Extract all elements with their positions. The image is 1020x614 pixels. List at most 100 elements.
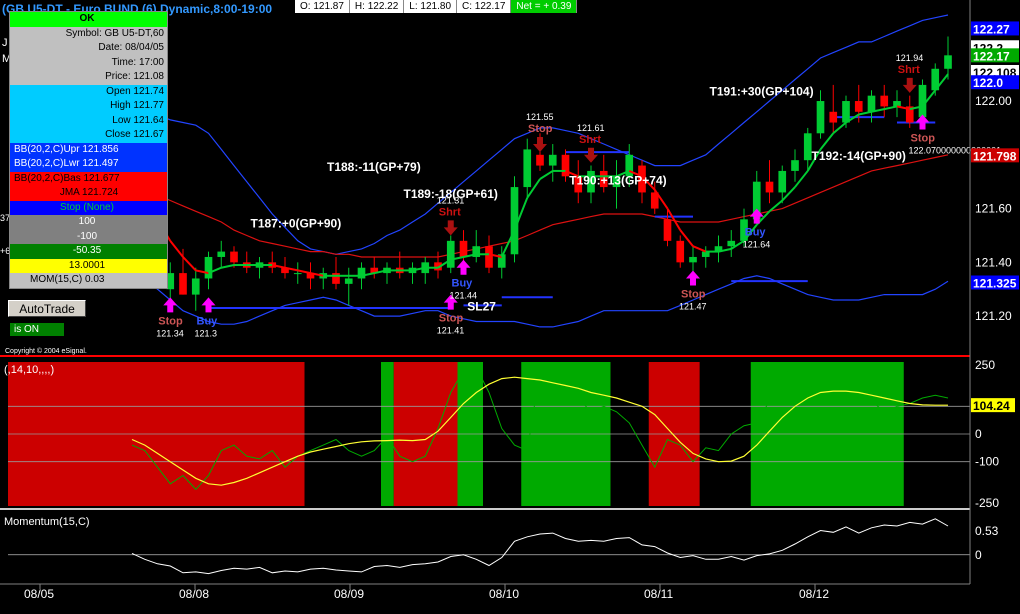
dw-bb-basis: BB(20,2,C)Bas 121.677 bbox=[10, 171, 167, 186]
candle-body bbox=[446, 240, 455, 268]
oscillator-current-label: 104.24 bbox=[973, 399, 1010, 413]
signal-label: Buy bbox=[452, 278, 474, 290]
date-tick-label: 08/05 bbox=[24, 587, 54, 601]
candle-body bbox=[816, 101, 825, 134]
date-tick-label: 08/11 bbox=[644, 587, 673, 601]
candle-body bbox=[459, 240, 468, 257]
signal-price: 121.47 bbox=[679, 301, 707, 311]
candle-body bbox=[217, 251, 226, 257]
dw-mom: MOM(15,C) 0.03 bbox=[10, 273, 167, 288]
candle-body bbox=[842, 101, 850, 123]
candle-body bbox=[663, 219, 672, 241]
data-window: OK Symbol: GB U5-DT,60 Date: 08/04/05 Ti… bbox=[9, 11, 168, 289]
signal-price: 121.94 bbox=[896, 53, 924, 63]
autotrade-status[interactable]: is ON bbox=[10, 323, 64, 336]
quote-high: H: 122.22 bbox=[349, 0, 405, 13]
left-edge-label-j: J bbox=[2, 37, 8, 49]
dw-open: Open 121.74 bbox=[10, 84, 167, 99]
signal-label: Shrt bbox=[898, 64, 920, 76]
signal-label: Stop bbox=[911, 133, 936, 145]
candle-body bbox=[893, 101, 901, 107]
candle-body bbox=[918, 84, 927, 118]
signal-price: 121.61 bbox=[577, 123, 605, 133]
quote-bar: O: 121.87 H: 122.22 L: 121.80 C: 122.17 … bbox=[295, 0, 578, 13]
signal-label: Stop bbox=[681, 288, 706, 300]
dw-date: Date: 08/04/05 bbox=[10, 41, 167, 56]
oscillator-pane bbox=[8, 362, 970, 506]
trade-annotation: T190:+13(GP+74) bbox=[569, 173, 666, 187]
date-tick-label: 08/08 bbox=[179, 587, 209, 601]
price-axis-badge-label: 122.17 bbox=[973, 49, 1010, 63]
signal-label: Stop bbox=[158, 315, 183, 327]
price-tick-label: 122.00 bbox=[975, 94, 1012, 108]
candle-body bbox=[778, 170, 787, 193]
signal-price: 121.55 bbox=[526, 112, 554, 122]
candle-body bbox=[179, 273, 187, 295]
dw-price: Price: 121.08 bbox=[10, 70, 167, 85]
autotrade-button[interactable]: AutoTrade bbox=[8, 300, 86, 317]
price-tick-label: 121.40 bbox=[975, 255, 1012, 269]
trade-annotation: T191:+30(GP+104) bbox=[710, 85, 814, 99]
signal-price: 121.64 bbox=[743, 240, 771, 250]
candle-body bbox=[803, 133, 812, 161]
candle-body bbox=[689, 256, 697, 263]
candle-body bbox=[485, 246, 493, 268]
candle-body bbox=[230, 251, 238, 263]
quote-open: O: 121.87 bbox=[295, 0, 350, 13]
signal-price: 121.44 bbox=[450, 291, 478, 301]
candle-body bbox=[357, 267, 366, 279]
momentum-tick-label: 0 bbox=[975, 548, 982, 562]
price-axis-badge-label: 122.27 bbox=[973, 22, 1010, 36]
trade-annotation: T187:+0(GP+90) bbox=[251, 216, 342, 230]
candle-body bbox=[523, 149, 532, 188]
candle-body bbox=[191, 278, 200, 295]
dw-jma: JMA 121.724 bbox=[10, 186, 167, 201]
momentum-current-label: 0.53 bbox=[975, 524, 999, 538]
signal-label: Stop bbox=[528, 123, 553, 135]
ok-button[interactable]: OK bbox=[10, 12, 167, 27]
candle-body bbox=[676, 240, 685, 263]
price-tick-label: 121.20 bbox=[975, 309, 1012, 323]
candle-body bbox=[854, 101, 863, 112]
candle-body bbox=[765, 181, 774, 193]
dw-minus-100: -100 bbox=[10, 229, 167, 244]
dw-high: High 121.77 bbox=[10, 99, 167, 114]
candle-body bbox=[332, 273, 340, 284]
date-tick-label: 08/12 bbox=[799, 587, 829, 601]
candle-body bbox=[344, 278, 353, 284]
trade-annotation: T192:-14(GP+90) bbox=[812, 149, 906, 163]
dw-bb-lower: BB(20,2,C)Lwr 121.497 bbox=[10, 157, 167, 172]
copyright-text: Copyright © 2004 eSignal. bbox=[5, 347, 87, 355]
dw-13: 13.0001 bbox=[10, 258, 167, 273]
quote-low: L: 121.80 bbox=[404, 0, 458, 13]
momentum-panel-label: Momentum(15,C) bbox=[4, 516, 90, 528]
oscillator-tick-label: -100 bbox=[975, 455, 999, 469]
signal-price: 121.41 bbox=[437, 326, 465, 336]
quote-close: C: 122.17 bbox=[457, 0, 512, 13]
candle-body bbox=[293, 273, 302, 275]
dw-bb-upper: BB(20,2,C)Upr 121.856 bbox=[10, 142, 167, 157]
candle-body bbox=[536, 154, 544, 166]
oscillator-tick-label: -250 bbox=[975, 496, 999, 510]
candle-body bbox=[548, 154, 557, 166]
signal-label: Buy bbox=[745, 227, 767, 239]
signal-price: 121.34 bbox=[156, 328, 184, 338]
dw-time: Time: 17:00 bbox=[10, 55, 167, 70]
signal-label: Shrt bbox=[439, 206, 461, 218]
dw-symbol: Symbol: GB U5-DT,60 bbox=[10, 26, 167, 41]
signal-price: 121.3 bbox=[195, 328, 218, 338]
signal-label: Buy bbox=[197, 315, 219, 327]
price-axis-badge-label: 121.325 bbox=[973, 277, 1017, 291]
oscillator-tick-label: 250 bbox=[975, 358, 995, 372]
dw-stop: Stop (None) bbox=[10, 200, 167, 215]
oscillator-tick-label: 0 bbox=[975, 427, 982, 441]
candle-body bbox=[867, 95, 876, 112]
candle-body bbox=[727, 240, 736, 247]
price-axis-badge-label: 121.798 bbox=[973, 149, 1017, 163]
price-tick-label: 121.60 bbox=[975, 202, 1012, 216]
dw-minus-50: -50.35 bbox=[10, 244, 167, 259]
date-tick-label: 08/10 bbox=[489, 587, 519, 601]
dw-close: Close 121.67 bbox=[10, 128, 167, 143]
trade-annotation: T188:-11(GP+79) bbox=[327, 160, 421, 174]
signal-label: Shrt bbox=[579, 134, 601, 146]
